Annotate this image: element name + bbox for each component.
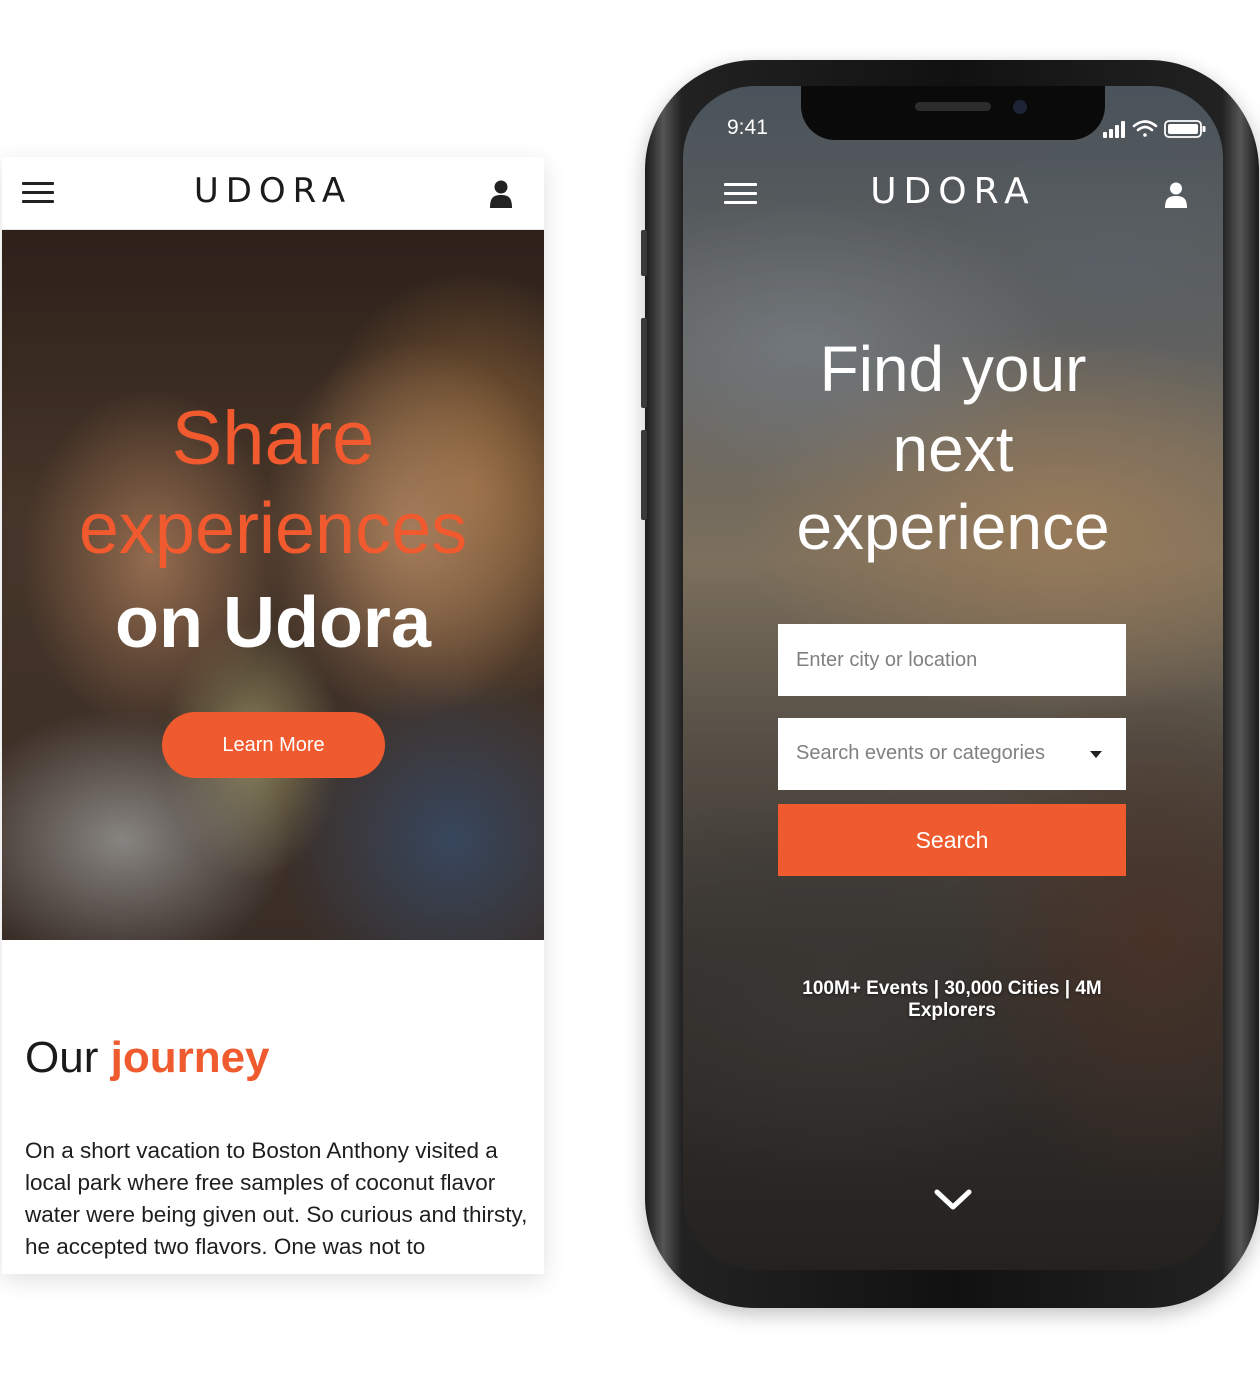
user-icon[interactable] [488, 179, 514, 209]
learn-more-button[interactable]: Learn More [162, 712, 385, 778]
brand-logo[interactable]: UDORA [2, 171, 544, 211]
journey-heading-accent: journey [110, 1033, 270, 1082]
hero-banner: Share experiences on Udora Learn More [2, 230, 544, 940]
phone-screen: 9:41 UDORA Find your next experience Ent… [683, 86, 1223, 1270]
city-location-input[interactable] [778, 624, 1126, 696]
journey-heading-plain: Our [25, 1033, 99, 1082]
category-select[interactable]: Search events or categories [778, 718, 1126, 790]
phone-silent-switch [641, 230, 647, 276]
phone-notch [801, 86, 1105, 140]
left-mobile-page: UDORA Share experiences on Udora Learn M… [2, 157, 544, 1274]
search-button[interactable]: Search [778, 804, 1126, 876]
wifi-icon [1132, 120, 1158, 137]
signal-bars-icon [1103, 121, 1125, 138]
user-icon[interactable] [1163, 181, 1189, 209]
journey-heading: Our journey [25, 1033, 270, 1083]
category-select-placeholder: Search events or categories [796, 742, 1046, 764]
journey-paragraph: On a short vacation to Boston Anthony vi… [25, 1138, 528, 1259]
hero-line-on-udora: on Udora [115, 583, 431, 663]
hero-line-experiences: experiences [78, 489, 468, 569]
brand-logo[interactable]: UDORA [683, 171, 1223, 212]
caret-down-icon [1090, 751, 1102, 758]
phone-app-content: UDORA Find your next experience Search e… [683, 86, 1223, 1270]
headline-line-2: next [892, 413, 1014, 485]
status-time: 9:41 [727, 116, 768, 139]
battery-icon [1164, 120, 1206, 138]
headline-line-1: Find your [819, 333, 1087, 405]
left-header: UDORA [2, 157, 544, 230]
headline-line-3: experience [796, 491, 1110, 563]
hero-line-share: Share [171, 396, 375, 481]
phone-volume-down-button [641, 430, 647, 520]
phone-volume-up-button [641, 318, 647, 408]
chevron-down-icon[interactable] [934, 1188, 972, 1212]
status-icons [1103, 120, 1206, 138]
front-camera [1013, 100, 1027, 114]
speaker-grille [915, 102, 991, 111]
stats-text: 100M+ Events | 30,000 Cities | 4M Explor… [802, 978, 1102, 1021]
